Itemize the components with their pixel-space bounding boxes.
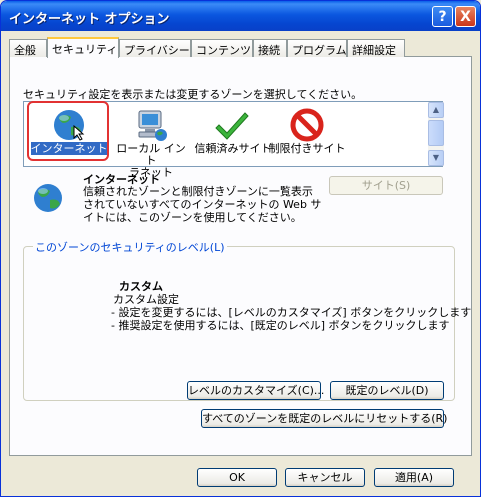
tab-security[interactable]: セキュリティ: [47, 37, 119, 58]
computer-icon: [138, 110, 167, 141]
internet-options-window: インターネット オプション ? X 全般 セキュリティ プライバシー コンテンツ…: [0, 0, 481, 497]
zone-instruction: セキュリティ設定を表示または変更するゾーンを選択してください。: [23, 88, 363, 101]
tab-general[interactable]: 全般: [9, 39, 47, 57]
zone-restricted-sites-label: 制限付きサイト: [268, 142, 346, 155]
help-button[interactable]: ?: [432, 6, 453, 27]
scroll-up-button[interactable]: ▲: [428, 102, 444, 118]
tab-advanced[interactable]: 詳細設定: [347, 39, 405, 57]
tab-content[interactable]: コンテンツ: [191, 39, 253, 57]
security-level-description: カスタム設定 - 設定を変更するには、[レベルのカスタマイズ] ボタンをクリック…: [111, 293, 472, 332]
scroll-thumb[interactable]: [428, 120, 444, 146]
forbidden-icon: [290, 108, 324, 142]
selected-zone-description: 信頼されたゾーンと制限付きゾーンに一覧表示されていないすべてのインターネットの …: [83, 185, 322, 224]
customize-level-button[interactable]: レベルのカスタマイズ(C)...: [187, 381, 324, 400]
scroll-down-button[interactable]: ▼: [428, 150, 444, 166]
selection-highlight: [27, 101, 109, 161]
tab-privacy[interactable]: プライバシー: [119, 39, 191, 57]
window-title: インターネット オプション: [9, 12, 170, 27]
close-button[interactable]: X: [455, 6, 476, 27]
cancel-button[interactable]: キャンセル: [285, 468, 365, 487]
default-level-button[interactable]: 既定のレベル(D): [330, 381, 444, 400]
tab-programs[interactable]: プログラム: [287, 39, 347, 57]
zone-local-intranet[interactable]: ローカル イント ラネット: [111, 103, 191, 179]
zone-trusted-sites[interactable]: 信頼済みサイト: [193, 103, 273, 165]
reset-all-zones-button[interactable]: すべてのゾーンを既定のレベルにリセットする(R): [201, 409, 447, 428]
zone-restricted-sites[interactable]: 制限付きサイト: [267, 103, 347, 165]
sites-button[interactable]: サイト(S): [329, 176, 443, 195]
checkmark-icon: [215, 112, 249, 140]
apply-button[interactable]: 適用(A): [374, 468, 454, 487]
security-level-name: カスタム: [119, 280, 163, 293]
zone-globe-icon: [34, 184, 62, 212]
title-bar[interactable]: インターネット オプション ? X: [1, 1, 480, 31]
security-level-group-title: このゾーンのセキュリティのレベル(L): [33, 239, 227, 255]
zone-list-scrollbar[interactable]: ▲ ▼: [428, 102, 444, 166]
zone-trusted-sites-label: 信頼済みサイト: [194, 142, 272, 155]
tab-connections[interactable]: 接続: [253, 39, 287, 57]
ok-button[interactable]: OK: [197, 468, 277, 487]
